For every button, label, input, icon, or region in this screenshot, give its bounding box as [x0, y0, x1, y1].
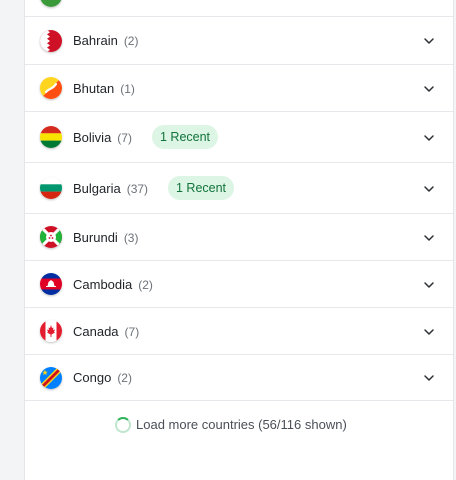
- country-name: Congo (2): [73, 370, 132, 385]
- country-name: Bulgaria (37): [73, 180, 149, 196]
- country-name: Bhutan (1): [73, 80, 135, 96]
- chevron-down-icon[interactable]: [423, 326, 435, 338]
- country-name: Bolivia (7): [73, 129, 132, 145]
- country-name: Bahrain (2): [73, 33, 139, 48]
- load-more-button[interactable]: Load more countries (56/116 shown): [136, 417, 347, 432]
- country-row-congo[interactable]: Congo (2): [25, 354, 453, 400]
- flag-icon: [40, 0, 62, 7]
- countries-panel: Bahrain (2) Bhutan (1) Bolivia (7) 1 Rec…: [24, 0, 454, 480]
- country-row-bhutan[interactable]: Bhutan (1): [25, 64, 453, 111]
- recent-badge: 1 Recent: [152, 125, 219, 149]
- country-row-burundi[interactable]: Burundi (3): [25, 213, 453, 260]
- country-count: (3): [123, 230, 139, 245]
- flag-bhutan-icon: [40, 77, 62, 99]
- chevron-down-icon[interactable]: [423, 132, 435, 144]
- recent-badge: 1 Recent: [168, 176, 235, 200]
- load-more-footer: Load more countries (56/116 shown): [25, 400, 453, 453]
- country-row-bolivia[interactable]: Bolivia (7) 1 Recent: [25, 111, 453, 162]
- country-count: (7): [117, 130, 132, 145]
- country-count: (2): [117, 371, 132, 385]
- spinner-icon: [115, 417, 131, 433]
- country-count: (2): [123, 34, 139, 48]
- flag-canada-icon: [40, 320, 62, 342]
- flag-bolivia-icon: [40, 126, 62, 148]
- chevron-down-icon[interactable]: [423, 35, 435, 47]
- chevron-down-icon[interactable]: [423, 183, 435, 195]
- country-name: Burundi (3): [73, 229, 139, 245]
- country-name: Cambodia (2): [73, 276, 153, 292]
- country-row-cambodia[interactable]: Cambodia (2): [25, 260, 453, 307]
- flag-cambodia-icon: [40, 273, 62, 295]
- country-count: (2): [138, 277, 153, 292]
- flag-bahrain-icon: [40, 30, 62, 52]
- chevron-down-icon[interactable]: [423, 232, 435, 244]
- country-name: Canada (7): [73, 323, 140, 339]
- flag-congo-icon: [40, 367, 62, 389]
- country-count: (1): [120, 81, 135, 96]
- chevron-down-icon[interactable]: [423, 279, 435, 291]
- country-row-canada[interactable]: Canada (7): [25, 307, 453, 354]
- flag-bulgaria-icon: [40, 177, 62, 199]
- chevron-down-icon[interactable]: [423, 83, 435, 95]
- country-count: (37): [126, 181, 149, 196]
- country-row-bahrain[interactable]: Bahrain (2): [25, 16, 453, 64]
- country-count: (7): [124, 324, 140, 339]
- country-row-bulgaria[interactable]: Bulgaria (37) 1 Recent: [25, 162, 453, 213]
- chevron-down-icon[interactable]: [423, 372, 435, 384]
- country-row-partial[interactable]: [25, 0, 453, 16]
- flag-burundi-icon: [40, 226, 62, 248]
